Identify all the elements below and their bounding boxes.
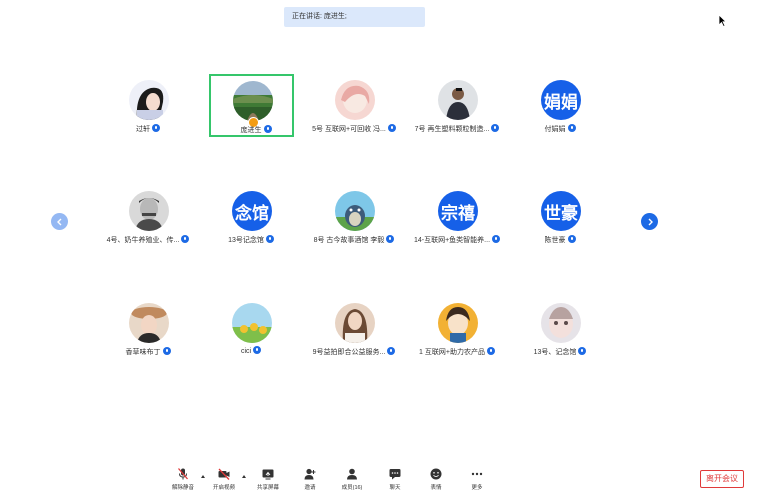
share-screen-label: 共享屏幕	[256, 485, 279, 491]
participant-name: 13号记念馆	[228, 237, 264, 244]
members-label: 成员(16)	[341, 485, 363, 491]
participant-name: 7号 再生塑料颗粒制造...	[414, 126, 490, 133]
smiley-icon	[430, 468, 442, 480]
unmute-label: 解除静音	[171, 485, 194, 491]
microphone-status-icon	[152, 124, 160, 133]
participant-name: cici	[240, 347, 252, 355]
participant-name: 1 互联网+助力农产品	[419, 349, 485, 356]
emoji-button[interactable]: 表情	[419, 463, 453, 495]
chat-button[interactable]: 聊天	[378, 463, 412, 495]
camera-off-icon	[218, 468, 230, 480]
participant-name-row: 付娟娟	[485, 124, 635, 134]
microphone-status-icon	[162, 347, 171, 356]
avatar	[438, 80, 478, 120]
chat-bubble-icon	[389, 469, 401, 480]
microphone-status-icon	[263, 125, 272, 134]
video-options-caret-icon[interactable]	[242, 475, 246, 478]
participant-tile[interactable]: 娟娟 付娟娟	[515, 72, 605, 138]
participant-name: 13号、记念馆	[533, 349, 577, 356]
participant-name-row: 13号、记念馆	[485, 347, 635, 357]
invite-button[interactable]: 邀请	[293, 463, 327, 495]
next-page-button[interactable]	[641, 213, 658, 230]
microphone-status-icon	[567, 235, 576, 244]
chevron-right-icon	[648, 218, 653, 225]
avatar	[232, 303, 272, 343]
avatar: 宗禧	[438, 191, 478, 231]
microphone-status-icon	[265, 235, 274, 244]
chat-label: 聊天	[389, 485, 401, 491]
avatar	[129, 303, 169, 343]
participant-name: 陈世豪	[544, 237, 566, 244]
participant-grid: 过轩 庞进生 5号 互联网+可回收 冯... 7号 再生塑料颗粒制造... 娟娟付娟娟 4…	[0, 0, 759, 495]
participant-name: 4号、奶牛养殖业、传...	[106, 237, 180, 244]
unmute-button[interactable]: 解除静音	[166, 463, 200, 495]
participant-name: 9号益拍即合公益服务...	[312, 349, 386, 356]
avatar: 世豪	[541, 191, 581, 231]
microphone-muted-icon	[178, 468, 188, 480]
avatar: 娟娟	[541, 80, 581, 120]
avatar	[438, 303, 478, 343]
microphone-status-icon	[578, 347, 587, 356]
avatar	[335, 191, 375, 231]
participant-name: 5号 互联网+可回收 冯...	[312, 126, 386, 133]
start-video-label: 开启视频	[212, 485, 235, 491]
avatar	[335, 303, 375, 343]
participant-name: 8号 古今故事酒馆 李毅	[313, 237, 385, 244]
avatar: 念馆	[232, 191, 272, 231]
avatar	[541, 303, 581, 343]
avatar	[129, 191, 169, 231]
participant-name: 过轩	[136, 126, 150, 133]
more-label: 更多	[471, 485, 483, 491]
meeting-toolbar: 解除静音 开启视频 共享屏幕 邀请 成员(16) 聊天 表情 更多	[0, 463, 759, 495]
audio-options-caret-icon[interactable]	[201, 475, 205, 478]
members-icon	[347, 468, 357, 480]
more-dots-icon	[471, 472, 483, 476]
participant-tile[interactable]: 过轩	[103, 72, 193, 138]
members-button[interactable]: 成员(16)	[335, 463, 369, 495]
microphone-status-icon	[253, 346, 262, 354]
participant-name: 付娟娟	[544, 126, 566, 133]
participant-name-row: 陈世豪	[485, 235, 635, 245]
add-user-icon	[304, 468, 316, 480]
microphone-status-icon	[567, 124, 576, 133]
avatar	[129, 80, 169, 120]
share-screen-icon	[262, 469, 274, 480]
avatar	[335, 80, 375, 120]
participant-tile[interactable]: 世豪 陈世豪	[515, 183, 605, 249]
avatar	[233, 81, 273, 121]
participant-name: 庞进生	[240, 127, 262, 134]
more-button[interactable]: 更多	[460, 463, 494, 495]
participant-name: 香草味布丁	[125, 349, 161, 356]
share-screen-button[interactable]: 共享屏幕	[251, 463, 285, 495]
invite-label: 邀请	[304, 485, 316, 491]
participant-tile[interactable]: 13号、记念馆	[515, 295, 605, 361]
leave-meeting-button[interactable]: 离开会议	[700, 470, 744, 488]
previous-page-button[interactable]	[51, 213, 68, 230]
start-video-button[interactable]: 开启视频	[207, 463, 241, 495]
emoji-label: 表情	[430, 485, 442, 491]
participant-name: 14-互联网+鱼类智能养...	[413, 237, 491, 244]
chevron-left-icon	[56, 218, 61, 225]
